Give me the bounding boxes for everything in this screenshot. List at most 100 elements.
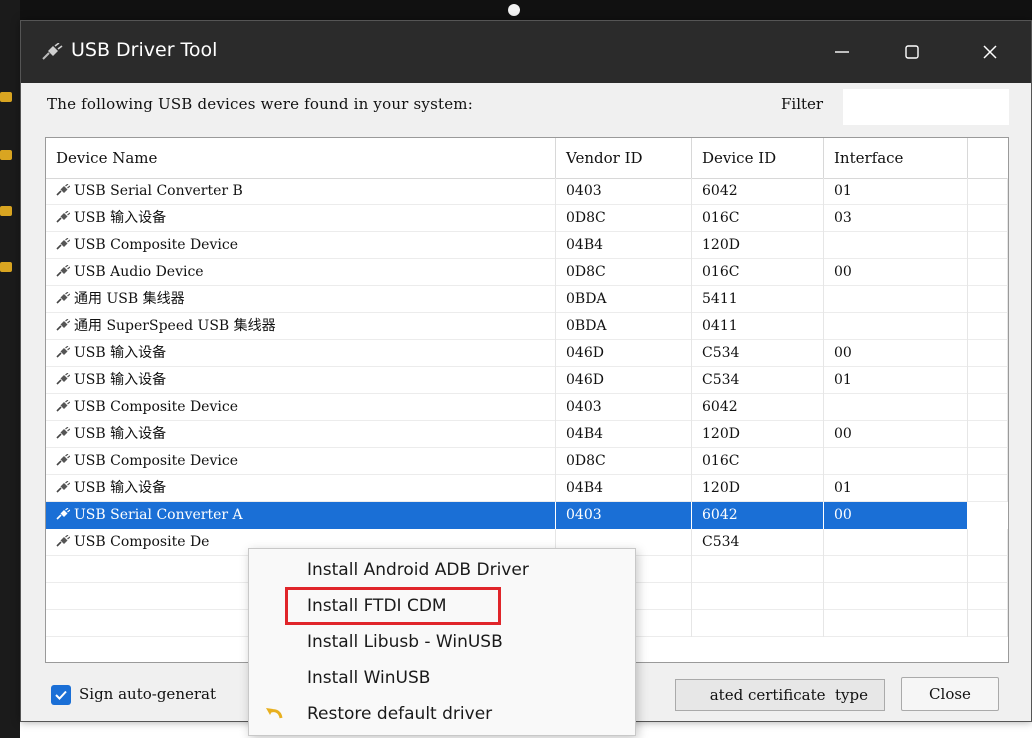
usb-plug-icon [56, 237, 74, 253]
table-row[interactable]: 通用 USB 集线器 0BDA 5411 [46, 286, 1008, 313]
empty-cell [968, 610, 1008, 637]
device-name-cell: USB 输入设备 [46, 475, 556, 502]
column-header-device-name[interactable]: Device Name [46, 138, 556, 178]
spacer-cell [968, 205, 1008, 232]
column-header-interface[interactable]: Interface [824, 138, 968, 178]
interface-cell [824, 232, 968, 259]
folder-icon [0, 262, 12, 272]
empty-cell [824, 583, 968, 610]
desktop-top-strip [20, 0, 1032, 22]
device-id-cell: C534 [692, 529, 824, 556]
table-row[interactable]: 通用 SuperSpeed USB 集线器 0BDA 0411 [46, 313, 1008, 340]
table-row[interactable]: USB 输入设备 04B4 120D 01 [46, 475, 1008, 502]
device-id-cell: 016C [692, 205, 824, 232]
close-button[interactable]: Close [901, 677, 999, 711]
spacer-cell [968, 286, 1008, 313]
empty-cell [692, 610, 824, 637]
interface-cell [824, 529, 968, 556]
usb-plug-icon [56, 318, 74, 334]
sign-certificate-checkbox[interactable] [51, 685, 71, 705]
device-name-text: USB Composite Device [74, 237, 238, 253]
vendor-id-cell: 046D [556, 367, 692, 394]
usb-plug-icon [56, 426, 74, 442]
table-row[interactable]: USB Composite Device 0403 6042 [46, 394, 1008, 421]
table-row[interactable]: USB 输入设备 04B4 120D 00 [46, 421, 1008, 448]
device-name-cell: USB 输入设备 [46, 205, 556, 232]
usb-plug-icon [56, 399, 74, 415]
folder-icon [0, 92, 12, 102]
menu-item-install-winusb[interactable]: Install WinUSB [249, 661, 635, 695]
device-id-cell: 016C [692, 448, 824, 475]
device-id-cell: 120D [692, 421, 824, 448]
minimize-button[interactable] [817, 33, 867, 71]
usb-plug-icon [56, 210, 74, 226]
device-name-text: 通用 USB 集线器 [74, 291, 185, 307]
column-header-vendor-id[interactable]: Vendor ID [556, 138, 692, 178]
empty-cell [824, 556, 968, 583]
title-bar[interactable]: USB Driver Tool [21, 21, 1031, 83]
device-name-text: USB Serial Converter B [74, 183, 243, 199]
device-id-cell: 6042 [692, 394, 824, 421]
interface-cell [824, 286, 968, 313]
spacer-cell [968, 313, 1008, 340]
device-name-text: USB Audio Device [74, 264, 204, 280]
menu-item-install-android-adb-driver[interactable]: Install Android ADB Driver [249, 553, 635, 587]
table-row[interactable]: USB 输入设备 0D8C 016C 03 [46, 205, 1008, 232]
spacer-cell [968, 394, 1008, 421]
usb-plug-icon [56, 480, 74, 496]
table-row[interactable]: USB Composite Device 04B4 120D [46, 232, 1008, 259]
table-row[interactable]: USB Serial Converter B 0403 6042 01 [46, 178, 1008, 205]
checkmark-icon [55, 690, 67, 700]
undo-arrow-icon [266, 708, 283, 719]
device-name-text: USB 输入设备 [74, 480, 167, 496]
vendor-id-cell: 0D8C [556, 259, 692, 286]
filter-input[interactable] [843, 89, 1009, 125]
vendor-id-cell: 0403 [556, 394, 692, 421]
spacer-cell [968, 421, 1008, 448]
column-header-device-id[interactable]: Device ID [692, 138, 824, 178]
device-name-cell: 通用 SuperSpeed USB 集线器 [46, 313, 556, 340]
menu-item-restore-default-driver[interactable]: Restore default driver [249, 697, 635, 731]
window-title: USB Driver Tool [71, 39, 218, 61]
vendor-id-cell: 0BDA [556, 286, 692, 313]
device-name-cell: USB 输入设备 [46, 367, 556, 394]
sign-certificate-label: Sign auto-generat [79, 685, 216, 703]
usb-plug-icon [56, 372, 74, 388]
desktop-indicator-dot [508, 4, 520, 16]
table-row[interactable]: USB Serial Converter A 0403 6042 00 [46, 502, 1008, 529]
maximize-button[interactable] [887, 33, 937, 71]
spacer-cell [968, 178, 1008, 205]
usb-plug-icon [56, 183, 74, 199]
menu-item-install-ftdi-cdm[interactable]: Install FTDI CDM [249, 589, 635, 623]
menu-item-install-libusb-winusb[interactable]: Install Libusb - WinUSB [249, 625, 635, 659]
interface-cell: 03 [824, 205, 968, 232]
device-name-cell: USB 输入设备 [46, 421, 556, 448]
usb-plug-icon [56, 453, 74, 469]
interface-cell: 00 [824, 340, 968, 367]
device-name-cell: USB Serial Converter B [46, 178, 556, 205]
table-header: Device Name Vendor ID Device ID Interfac… [46, 138, 1008, 179]
table-row[interactable]: USB Audio Device 0D8C 016C 00 [46, 259, 1008, 286]
certificate-type-button[interactable]: ated certificate type [675, 679, 885, 711]
desktop-left-strip [0, 0, 20, 738]
table-row[interactable]: USB 输入设备 046D C534 00 [46, 340, 1008, 367]
spacer-cell [968, 448, 1008, 475]
interface-cell: 01 [824, 367, 968, 394]
usb-plug-icon [56, 291, 74, 307]
folder-icon [0, 150, 12, 160]
device-name-cell: 通用 USB 集线器 [46, 286, 556, 313]
table-row[interactable]: USB 输入设备 046D C534 01 [46, 367, 1008, 394]
device-name-text: USB 输入设备 [74, 210, 167, 226]
vendor-id-cell: 04B4 [556, 421, 692, 448]
close-window-button[interactable] [965, 33, 1015, 71]
device-id-cell: 5411 [692, 286, 824, 313]
interface-cell: 00 [824, 502, 968, 529]
device-name-cell: USB 输入设备 [46, 340, 556, 367]
interface-cell: 00 [824, 421, 968, 448]
device-id-cell: 016C [692, 259, 824, 286]
device-name-cell: USB Composite Device [46, 232, 556, 259]
close-icon [983, 45, 997, 59]
table-row[interactable]: USB Composite Device 0D8C 016C [46, 448, 1008, 475]
vendor-id-cell: 0D8C [556, 448, 692, 475]
device-name-cell: USB Composite Device [46, 394, 556, 421]
